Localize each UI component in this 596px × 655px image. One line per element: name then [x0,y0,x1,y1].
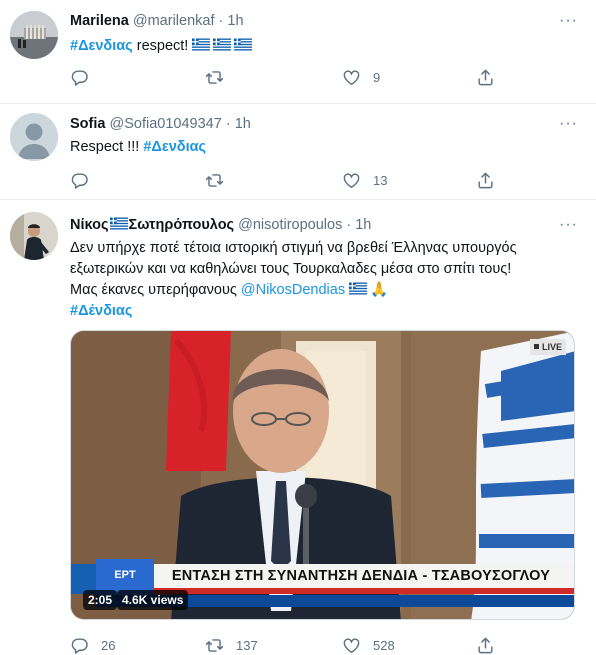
pray-emoji-icon: 🙏 [370,282,389,298]
news-banner: ΕΝΤΑΣΗ ΣΤΗ ΣΥΝΑΝΤΗΣΗ ΔΕΝΔΙΑ - ΤΣΑΒΟΥΣΟΓΛ… [171,568,551,584]
retweet-icon [205,636,224,655]
like-count: 528 [373,637,395,653]
avatar[interactable] [10,11,58,59]
timestamp[interactable]: 1h [227,13,243,29]
retweet-count: 137 [236,637,258,653]
like-button[interactable]: 13 [342,170,387,190]
avatar[interactable] [10,113,58,161]
like-count: 13 [373,172,388,188]
tweet-text: #Δενδιας respect! [70,36,580,57]
reply-button[interactable]: 26 [70,635,115,655]
separator: · [218,13,224,29]
separator: · [346,217,352,233]
tweet-text-body: Respect !!! [70,139,144,155]
reply-count: 26 [101,637,116,653]
avatar-photo [10,212,58,260]
separator: · [225,116,231,132]
greek-flag-icon [234,38,252,51]
reply-button[interactable] [70,67,101,87]
default-avatar-icon [10,113,58,161]
tweet-text: Respect !!! #Δενδιας [70,137,580,158]
retweet-button[interactable] [205,170,236,190]
handle[interactable]: @marilenkaf [133,13,215,29]
share-button[interactable] [476,635,495,655]
share-icon [476,636,495,655]
share-icon [476,68,495,87]
like-button[interactable]: 9 [342,67,380,87]
retweet-button[interactable]: 137 [205,635,258,655]
display-name[interactable]: Marilena [70,13,129,29]
retweet-icon [205,68,224,87]
timestamp[interactable]: 1h [355,217,371,233]
tweet-header: Sofia @Sofia01049347 · 1h [70,114,251,134]
like-button[interactable]: 528 [342,635,395,655]
more-icon[interactable]: ··· [559,116,578,132]
avatar[interactable] [10,212,58,260]
tweet-marilena[interactable]: Marilena @marilenkaf · 1h ··· #Δενδιας r… [0,0,596,104]
greek-flag-icon [213,38,231,51]
hashtag-link[interactable]: #Δενδιας [70,38,133,54]
more-icon[interactable]: ··· [559,13,578,29]
video-views: 4.6K views [117,590,189,610]
tweet-header: Νίκος Σωτηρόπουλος @nisotiropoulos · 1h [70,215,371,235]
avatar-photo [10,11,58,59]
reply-icon [70,68,89,87]
tweet-text-line: Δεν υπήρχε ποτέ τέτοια ιστορική στιγμή ν… [70,240,517,256]
tweet-text-line: Μας έκανες υπερήφανους @NikosDendias 🙏 [70,282,389,298]
reply-icon [70,171,89,190]
tweet-sofia[interactable]: Sofia @Sofia01049347 · 1h ··· Respect !!… [0,104,596,200]
tweet-actions: 13 [70,170,500,190]
more-icon[interactable]: ··· [559,217,578,233]
handle[interactable]: @Sofia01049347 [109,116,221,132]
hashtag-link[interactable]: #Δενδιας [143,139,206,155]
tweet-header: Marilena @marilenkaf · 1h [70,11,244,31]
tweet-text-body: respect! [132,38,193,54]
greek-flag-icon [110,217,128,230]
tweet-nikos[interactable]: Νίκος Σωτηρόπουλος @nisotiropoulos · 1h ·… [0,200,596,655]
greek-flag-icon [192,38,210,51]
greek-flag-icon [349,282,367,295]
display-name[interactable]: Sofia [70,116,105,132]
handle[interactable]: @nisotiropoulos [238,217,342,233]
like-count: 9 [373,69,381,85]
reply-button[interactable] [70,170,101,190]
hashtag-link[interactable]: #Δένδιας [70,303,132,319]
live-dot-icon [533,344,539,349]
video-player[interactable]: ΕΡΤ ΕΝΤΑΣΗ ΣΤΗ ΣΥΝΑΝΤΗΣΗ ΔΕΝΔΙΑ - ΤΣΑΒΟΥ… [70,330,575,620]
share-icon [476,171,495,190]
display-name[interactable]: Νίκος Σωτηρόπουλος [70,217,234,233]
live-badge: LIVE [529,339,566,355]
channel-logo: ΕΡΤ [114,569,136,581]
share-button[interactable] [476,170,495,190]
tweet-actions: 9 [70,67,500,87]
tweet-text-line: εξωτερικών και να καθηλώνει τους Τουρκαλ… [70,261,512,277]
retweet-button[interactable] [205,67,236,87]
mention-link[interactable]: @NikosDendias [241,282,345,298]
share-button[interactable] [476,67,495,87]
reply-icon [70,636,89,655]
like-icon [342,171,361,190]
video-duration: 2:05 [83,590,118,610]
tweet-actions: 26 137 528 [70,635,500,655]
retweet-icon [205,171,224,190]
timestamp[interactable]: 1h [235,116,251,132]
tweet-text: Δεν υπήρχε ποτέ τέτοια ιστορική στιγμή ν… [70,238,580,322]
like-icon [342,636,361,655]
like-icon [342,68,361,87]
